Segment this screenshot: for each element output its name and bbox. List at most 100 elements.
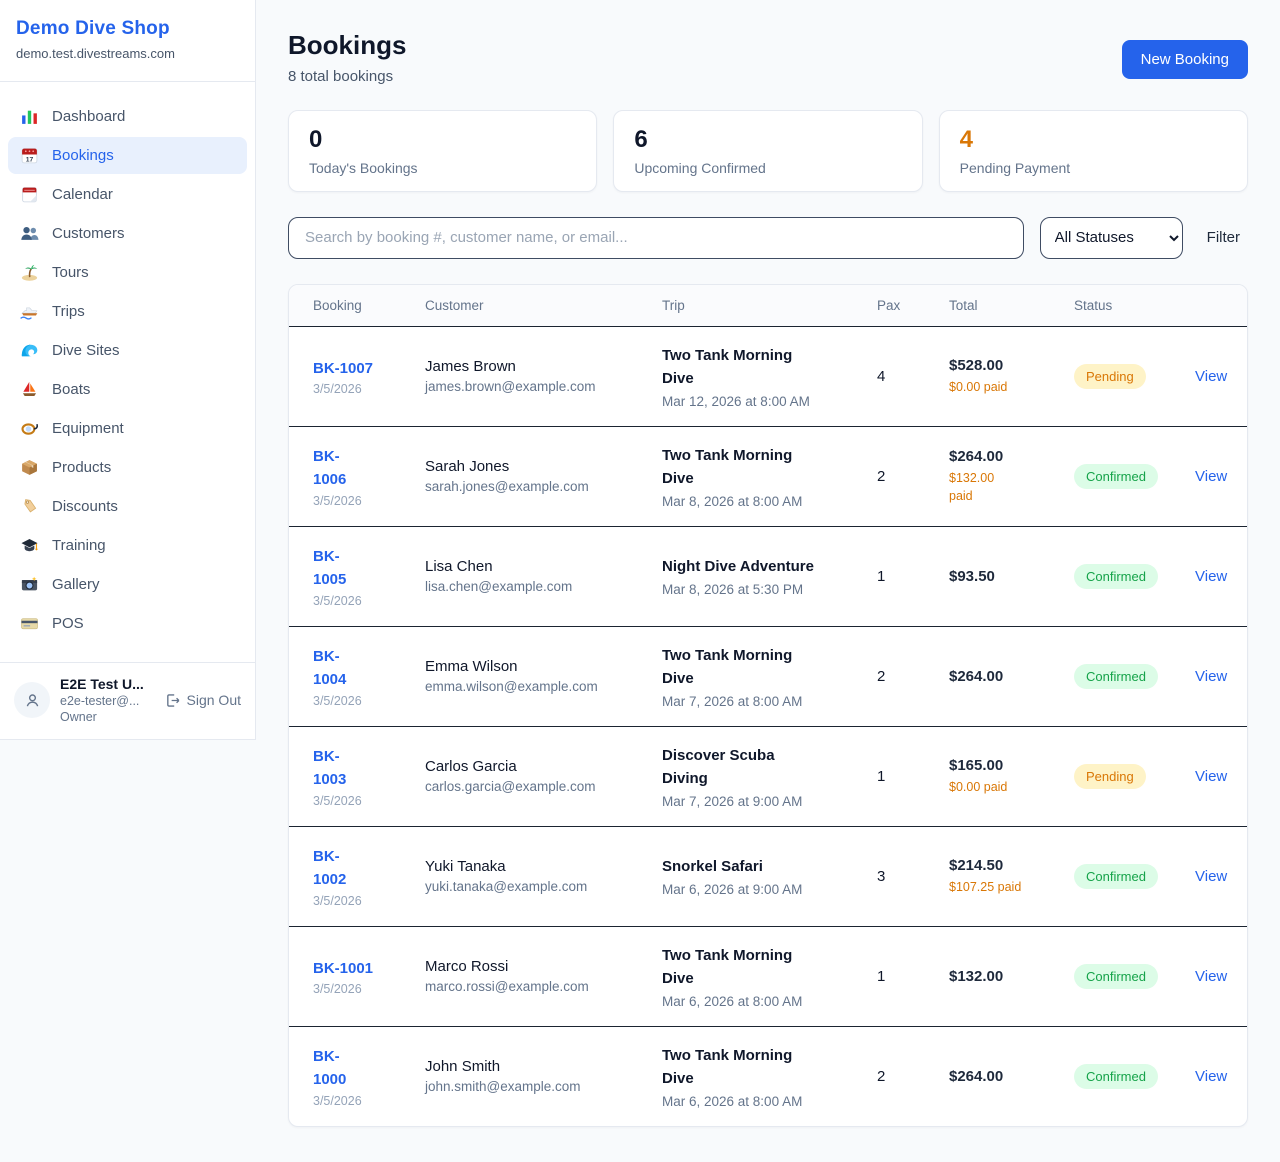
sidebar-item-label: POS xyxy=(52,615,84,632)
package-icon xyxy=(20,458,39,477)
dive-mask-icon xyxy=(20,419,39,438)
filter-row: All Statuses Filter xyxy=(288,217,1248,259)
trip-datetime: Mar 6, 2026 at 8:00 AM xyxy=(662,1094,877,1109)
booking-date: 3/5/2026 xyxy=(313,694,425,708)
paid-amount: $0.00 paid xyxy=(949,378,1074,396)
sidebar-item-dashboard[interactable]: Dashboard xyxy=(8,98,247,135)
view-link[interactable]: View xyxy=(1195,968,1227,985)
customer-email: james.brown@example.com xyxy=(425,379,662,394)
customer-name: Sarah Jones xyxy=(425,458,662,475)
total-cell: $264.00 xyxy=(949,1068,1074,1085)
sign-out-icon xyxy=(164,692,181,709)
sidebar-item-pos[interactable]: POS xyxy=(8,605,247,642)
action-cell: View xyxy=(1195,768,1227,785)
total-cell: $93.50 xyxy=(949,568,1074,585)
customer-email: sarah.jones@example.com xyxy=(425,479,662,494)
booking-link[interactable]: BK-1007 xyxy=(313,357,373,380)
status-cell: Pending xyxy=(1074,364,1195,389)
sidebar-item-dive-sites[interactable]: Dive Sites xyxy=(8,332,247,369)
sidebar-item-label: Customers xyxy=(52,225,125,242)
view-link[interactable]: View xyxy=(1195,768,1227,785)
customer-email: carlos.garcia@example.com xyxy=(425,779,662,794)
tearoff-calendar-icon xyxy=(20,185,39,204)
sidebar-item-tours[interactable]: Tours xyxy=(8,254,247,291)
stat-card: 0Today's Bookings xyxy=(288,110,597,192)
trip-datetime: Mar 7, 2026 at 8:00 AM xyxy=(662,694,877,709)
stat-value: 0 xyxy=(309,126,576,155)
sidebar-item-gallery[interactable]: Gallery xyxy=(8,566,247,603)
total-cell: $132.00 xyxy=(949,968,1074,985)
stats-cards: 0Today's Bookings6Upcoming Confirmed4Pen… xyxy=(288,110,1248,192)
tag-icon xyxy=(20,497,39,516)
sailboat-icon xyxy=(20,380,39,399)
sidebar-item-boats[interactable]: Boats xyxy=(8,371,247,408)
total-amount: $528.00 xyxy=(949,357,1074,374)
sidebar-item-training[interactable]: Training xyxy=(8,527,247,564)
view-link[interactable]: View xyxy=(1195,1068,1227,1085)
island-icon xyxy=(20,263,39,282)
sidebar-header: Demo Dive Shop demo.test.divestreams.com xyxy=(0,0,255,82)
status-cell: Pending xyxy=(1074,764,1195,789)
wave-icon xyxy=(20,341,39,360)
view-link[interactable]: View xyxy=(1195,468,1227,485)
booking-cell: BK- 10033/5/2026 xyxy=(313,745,425,808)
booking-cell: BK- 1004 3/5/2026 xyxy=(313,645,425,708)
sidebar-item-trips[interactable]: Trips xyxy=(8,293,247,330)
table-row: BK- 10003/5/2026John Smithjohn.smith@exa… xyxy=(289,1026,1247,1126)
booking-link[interactable]: BK- 1000 xyxy=(313,1045,346,1092)
view-link[interactable]: View xyxy=(1195,868,1227,885)
table-row: BK- 1004 3/5/2026Emma Wilsonemma.wilson@e… xyxy=(289,626,1247,726)
total-cell: $165.00$0.00 paid xyxy=(949,757,1074,796)
total-cell: $214.50$107.25 paid xyxy=(949,857,1074,896)
stat-label: Upcoming Confirmed xyxy=(634,160,901,176)
sidebar-item-customers[interactable]: Customers xyxy=(8,215,247,252)
sidebar-item-calendar[interactable]: Calendar xyxy=(8,176,247,213)
booking-link[interactable]: BK- 1003 xyxy=(313,745,346,792)
sidebar-item-label: Trips xyxy=(52,303,85,320)
sidebar-item-products[interactable]: Products xyxy=(8,449,247,486)
trip-cell: Two Tank Morning Dive Mar 7, 2026 at 8:00… xyxy=(662,644,877,710)
page-title-block: Bookings 8 total bookings xyxy=(288,30,406,85)
sign-out-button[interactable]: Sign Out xyxy=(164,692,241,709)
booking-link[interactable]: BK-1001 xyxy=(313,957,373,980)
booking-link[interactable]: BK- 1006 xyxy=(313,445,346,492)
status-badge: Pending xyxy=(1074,764,1146,789)
sidebar-item-bookings[interactable]: 17Bookings xyxy=(8,137,247,174)
status-badge: Confirmed xyxy=(1074,1064,1158,1089)
view-link[interactable]: View xyxy=(1195,668,1227,685)
table-row: BK-10073/5/2026James Brownjames.brown@ex… xyxy=(289,326,1247,426)
status-select[interactable]: All Statuses xyxy=(1040,217,1183,259)
customer-cell: Emma Wilsonemma.wilson@example.com xyxy=(425,658,662,694)
booking-link[interactable]: BK- 1002 xyxy=(313,845,346,892)
trip-cell: Snorkel SafariMar 6, 2026 at 9:00 AM xyxy=(662,855,877,897)
total-cell: $264.00 xyxy=(949,668,1074,685)
customer-cell: Yuki Tanakayuki.tanaka@example.com xyxy=(425,858,662,894)
view-link[interactable]: View xyxy=(1195,568,1227,585)
user-meta: E2E Test U... e2e-tester@... Owner xyxy=(60,676,154,724)
total-cell: $264.00$132.00 paid xyxy=(949,448,1074,505)
customer-email: emma.wilson@example.com xyxy=(425,679,662,694)
customer-cell: John Smithjohn.smith@example.com xyxy=(425,1058,662,1094)
table-row: BK- 10063/5/2026Sarah Jonessarah.jones@e… xyxy=(289,426,1247,526)
sidebar-item-label: Dive Sites xyxy=(52,342,120,359)
paid-amount: $0.00 paid xyxy=(949,778,1074,796)
action-cell: View xyxy=(1195,568,1227,585)
booking-link[interactable]: BK- 1005 xyxy=(313,545,346,592)
sidebar-item-discounts[interactable]: Discounts xyxy=(8,488,247,525)
new-booking-button[interactable]: New Booking xyxy=(1122,40,1248,79)
column-header-pax: Pax xyxy=(877,298,949,313)
trip-datetime: Mar 6, 2026 at 9:00 AM xyxy=(662,882,877,897)
booking-cell: BK- 10053/5/2026 xyxy=(313,545,425,608)
booking-date: 3/5/2026 xyxy=(313,982,425,996)
status-cell: Confirmed xyxy=(1074,664,1195,689)
search-input[interactable] xyxy=(288,217,1024,259)
view-link[interactable]: View xyxy=(1195,368,1227,385)
trip-cell: Two Tank Morning DiveMar 12, 2026 at 8:0… xyxy=(662,344,877,410)
filter-button[interactable]: Filter xyxy=(1199,229,1248,246)
booking-link[interactable]: BK- 1004 xyxy=(313,645,346,692)
column-header-status: Status xyxy=(1074,298,1195,313)
sidebar-item-equipment[interactable]: Equipment xyxy=(8,410,247,447)
trip-name: Two Tank Morning Dive xyxy=(662,644,877,691)
stat-card: 6Upcoming Confirmed xyxy=(613,110,922,192)
table-header-row: BookingCustomerTripPaxTotalStatus xyxy=(289,285,1247,326)
